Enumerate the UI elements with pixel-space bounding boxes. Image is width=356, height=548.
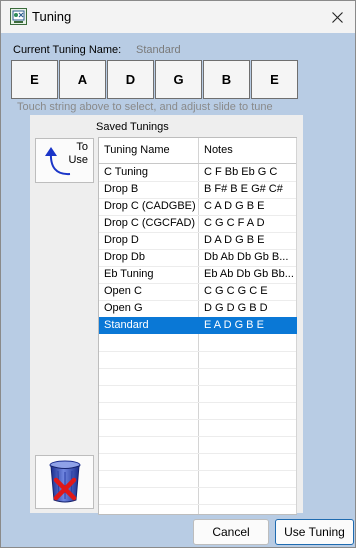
- tuning-notes-cell: B F# B E G# C#: [204, 183, 283, 195]
- string-button-4[interactable]: G: [155, 60, 202, 99]
- tuning-dialog: Tuning Current Tuning Name: Standard E A…: [0, 0, 356, 548]
- tuning-notes-cell: D G D G B D: [204, 302, 268, 314]
- string-button-1[interactable]: E: [11, 60, 58, 99]
- tuning-notes-cell: Eb Ab Db Gb Bb...: [204, 268, 294, 280]
- table-row[interactable]: Eb Tuning Eb Ab Db Gb Bb...: [99, 266, 297, 283]
- table-row[interactable]: Drop B B F# B E G# C#: [99, 181, 297, 198]
- string-button-3[interactable]: D: [107, 60, 154, 99]
- use-tuning-button[interactable]: Use Tuning: [275, 519, 354, 545]
- table-row[interactable]: Drop D D A D G B E: [99, 232, 297, 249]
- table-row[interactable]: Open G D G D G B D: [99, 300, 297, 317]
- title-bar: Tuning: [1, 1, 355, 33]
- tuning-name-cell: Drop C (CADGBE): [104, 200, 196, 212]
- string-button-6[interactable]: E: [251, 60, 298, 99]
- tuning-name-cell: Open G: [104, 302, 143, 314]
- table-row[interactable]: Drop C (CGCFAD) C G C F A D: [99, 215, 297, 232]
- saved-tunings-table[interactable]: Tuning Name Notes C Tuning C F Bb Eb G C…: [98, 137, 297, 515]
- tuning-hint: Touch string above to select, and adjust…: [17, 101, 273, 113]
- tuning-name-cell: Eb Tuning: [104, 268, 154, 280]
- tuning-app-icon: [10, 8, 27, 25]
- string-button-2[interactable]: A: [59, 60, 106, 99]
- saved-tunings-label: Saved Tunings: [96, 121, 169, 133]
- string-button-5[interactable]: B: [203, 60, 250, 99]
- tuning-notes-cell: C A D G B E: [204, 200, 265, 212]
- window-title: Tuning: [32, 9, 72, 24]
- tuning-notes-cell: C F Bb Eb G C: [204, 166, 278, 178]
- table-row[interactable]: Drop C (CADGBE) C A D G B E: [99, 198, 297, 215]
- tuning-notes-cell: Db Ab Db Gb B...: [204, 251, 289, 263]
- delete-tuning-button[interactable]: [35, 455, 94, 509]
- tuning-name-cell: Drop B: [104, 183, 139, 195]
- close-button[interactable]: [319, 1, 355, 33]
- column-header-notes[interactable]: Notes: [204, 138, 233, 163]
- tuning-name-cell: Drop D: [104, 234, 139, 246]
- current-tuning-value: Standard: [136, 44, 181, 56]
- table-row[interactable]: Drop Db Db Ab Db Gb B...: [99, 249, 297, 266]
- tuning-notes-cell: C G C G C E: [204, 285, 268, 297]
- current-tuning-label: Current Tuning Name:: [13, 44, 122, 56]
- column-header-tuning-name[interactable]: Tuning Name: [104, 138, 170, 163]
- tuning-name-cell: Standard: [104, 319, 149, 331]
- close-icon: [331, 11, 343, 23]
- tuning-name-cell: Drop Db: [104, 251, 145, 263]
- to-use-label: To Use: [68, 141, 88, 166]
- tuning-name-cell: Open C: [104, 285, 142, 297]
- table-row[interactable]: Open C C G C G C E: [99, 283, 297, 300]
- table-row[interactable]: C Tuning C F Bb Eb G C: [99, 164, 297, 181]
- tuning-notes-cell: C G C F A D: [204, 217, 265, 229]
- to-use-button[interactable]: To Use: [35, 138, 94, 183]
- tuning-notes-cell: D A D G B E: [204, 234, 265, 246]
- trash-can-icon: [49, 460, 81, 503]
- table-row-selected[interactable]: Standard E A D G B E: [99, 317, 297, 334]
- tuning-name-cell: Drop C (CGCFAD): [104, 217, 196, 229]
- tuning-notes-cell: E A D G B E: [204, 319, 264, 331]
- tuning-name-cell: C Tuning: [104, 166, 149, 178]
- cancel-button[interactable]: Cancel: [193, 519, 269, 545]
